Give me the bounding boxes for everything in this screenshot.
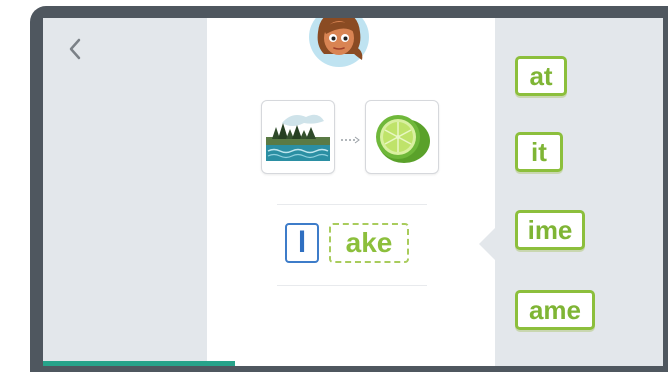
ending-drop-target[interactable]: ake (329, 223, 409, 263)
progress-bar (43, 361, 663, 366)
arrow-icon (340, 132, 360, 144)
choices-panel: at it ime ame (495, 18, 663, 366)
pointer-arrow (479, 228, 495, 260)
avatar (308, 18, 370, 68)
choice-it[interactable]: it (515, 132, 563, 172)
choice-at[interactable]: at (515, 56, 567, 96)
chevron-left-icon (69, 38, 81, 60)
lime-image (376, 115, 430, 163)
word-builder: l ake (277, 204, 427, 286)
avatar-girl-icon (309, 18, 369, 67)
picture-card-lake (261, 100, 335, 174)
progress-fill (43, 361, 235, 366)
choice-ime[interactable]: ime (515, 210, 585, 250)
picture-card-lime (365, 100, 439, 174)
first-letter-tile: l (285, 223, 319, 263)
lake-image (266, 114, 330, 161)
exercise-panel: l ake (207, 18, 495, 366)
left-panel (43, 18, 207, 366)
back-button[interactable] (65, 36, 87, 62)
app-screen: l ake at it ime ame (43, 18, 663, 366)
choice-ame[interactable]: ame (515, 290, 595, 330)
